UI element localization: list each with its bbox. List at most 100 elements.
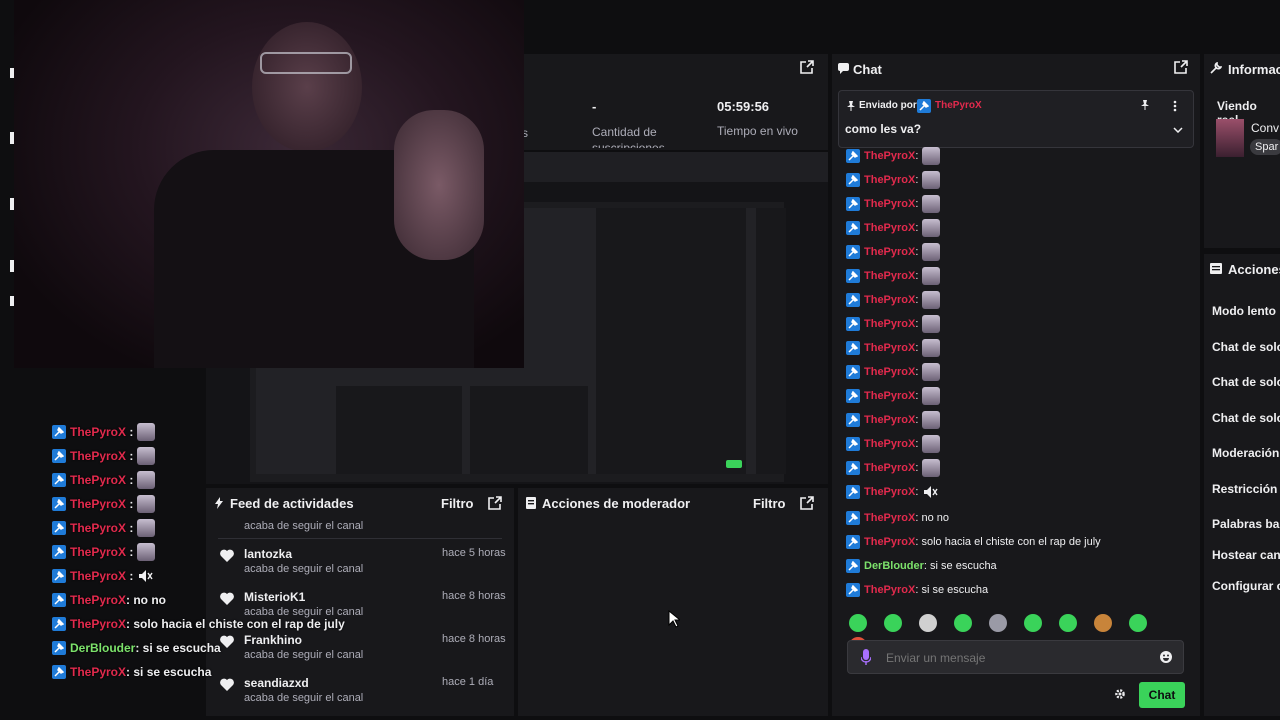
action-item[interactable]: Hostear cana bbox=[1212, 548, 1280, 562]
mic-icon[interactable] bbox=[861, 649, 871, 665]
left-edge-icon[interactable] bbox=[10, 68, 14, 78]
action-item[interactable]: Moderación bbox=[1212, 446, 1279, 460]
chevron-down-icon[interactable] bbox=[1173, 127, 1183, 133]
category-thumbnail[interactable] bbox=[1216, 119, 1244, 157]
emote-icon[interactable] bbox=[884, 614, 902, 632]
feed-item[interactable]: seandiazxd hace 1 día acaba de seguir el c… bbox=[218, 674, 508, 712]
feed-item[interactable]: lantozka hace 5 horas acaba de seguir el c… bbox=[218, 545, 508, 583]
mod-badge-icon bbox=[846, 365, 860, 379]
emote-image[interactable] bbox=[922, 243, 941, 261]
pin-icon bbox=[847, 101, 855, 111]
action-item[interactable]: Chat de solo bbox=[1212, 411, 1280, 425]
expand-icon[interactable] bbox=[800, 60, 814, 74]
feed-username[interactable]: Frankhino bbox=[244, 633, 302, 647]
action-item[interactable]: Modo lento bbox=[1212, 304, 1276, 318]
emote-bar[interactable] bbox=[849, 614, 1189, 655]
chat-input-box[interactable] bbox=[847, 640, 1184, 674]
expand-icon[interactable] bbox=[800, 496, 814, 510]
emote-image[interactable] bbox=[922, 147, 941, 165]
chat-username[interactable]: ThePyroX bbox=[864, 318, 915, 330]
chat-username[interactable]: ThePyroX bbox=[864, 342, 915, 354]
emote-image[interactable] bbox=[922, 339, 941, 357]
overlay-chat-message: ThePyroX : bbox=[52, 566, 153, 586]
emote-icon[interactable] bbox=[1094, 614, 1112, 632]
more-options-icon[interactable] bbox=[1173, 100, 1177, 112]
heart-icon bbox=[220, 635, 234, 648]
chat-username[interactable]: ThePyroX bbox=[864, 198, 915, 210]
feed-username[interactable]: MisterioK1 bbox=[244, 590, 305, 604]
chat-message-input[interactable] bbox=[886, 648, 1136, 668]
emote-image[interactable] bbox=[922, 387, 941, 405]
chat-send-button[interactable]: Chat bbox=[1139, 682, 1185, 708]
feed-username[interactable]: lantozka bbox=[244, 547, 292, 561]
chat-username[interactable]: ThePyroX bbox=[864, 536, 915, 548]
emote-image[interactable] bbox=[922, 315, 941, 333]
unpin-icon[interactable] bbox=[1141, 100, 1149, 110]
overlay-chat-message: ThePyroX: solo hacia el chiste con el ra… bbox=[52, 614, 345, 634]
emote-image[interactable] bbox=[922, 363, 941, 381]
pinned-message[interactable]: Enviado por ThePyroX como les va? bbox=[838, 90, 1194, 148]
emote-icon[interactable] bbox=[1024, 614, 1042, 632]
feed-time: hace 8 horas bbox=[442, 633, 506, 645]
feed-username[interactable]: seandiazxd bbox=[244, 676, 309, 690]
action-item[interactable]: Chat de solo bbox=[1212, 340, 1280, 354]
chat-username[interactable]: ThePyroX bbox=[864, 294, 915, 306]
chat-username[interactable]: DerBlouder bbox=[864, 560, 924, 572]
mod-badge-icon bbox=[52, 641, 66, 655]
action-item[interactable]: Palabras bar bbox=[1212, 517, 1280, 531]
overlay-colon: : bbox=[126, 449, 134, 463]
chat-username[interactable]: ThePyroX bbox=[864, 414, 915, 426]
emote-image[interactable] bbox=[922, 219, 941, 237]
emote-image[interactable] bbox=[922, 267, 941, 285]
chat-username[interactable]: ThePyroX bbox=[864, 462, 915, 474]
chat-username[interactable]: ThePyroX bbox=[864, 512, 915, 524]
left-edge-icon[interactable] bbox=[10, 198, 14, 210]
chat-username[interactable]: ThePyroX bbox=[864, 390, 915, 402]
emote-image[interactable] bbox=[922, 291, 941, 309]
emoji-smile-icon[interactable] bbox=[1160, 651, 1172, 663]
chat-username[interactable]: ThePyroX bbox=[864, 584, 915, 596]
overlay-text: : no no bbox=[126, 593, 166, 607]
mod-badge-icon bbox=[846, 197, 860, 211]
left-edge-icon[interactable] bbox=[10, 296, 14, 306]
chat-username[interactable]: ThePyroX bbox=[864, 222, 915, 234]
expand-icon[interactable] bbox=[488, 496, 502, 510]
mod-badge-icon bbox=[52, 617, 66, 631]
chat-username[interactable]: ThePyroX bbox=[864, 174, 915, 186]
gear-icon[interactable] bbox=[1114, 688, 1126, 700]
mod-filter-button[interactable]: Filtro bbox=[753, 496, 786, 511]
emote-image[interactable] bbox=[922, 435, 941, 453]
emote-image[interactable] bbox=[922, 171, 941, 189]
pinned-user[interactable]: ThePyroX bbox=[935, 100, 982, 111]
feed-filter-button[interactable]: Filtro bbox=[441, 496, 474, 511]
mod-badge-icon bbox=[846, 293, 860, 307]
chat-username[interactable]: ThePyroX bbox=[864, 150, 915, 162]
feed-item[interactable]: Frankhino hace 8 horas acaba de seguir el … bbox=[218, 631, 508, 669]
emote-icon[interactable] bbox=[954, 614, 972, 632]
emote-icon[interactable] bbox=[919, 614, 937, 632]
chat-username[interactable]: ThePyroX bbox=[864, 438, 915, 450]
chat-username[interactable]: ThePyroX bbox=[864, 270, 915, 282]
emote-image[interactable] bbox=[922, 411, 941, 429]
chat-username[interactable]: ThePyroX bbox=[864, 486, 915, 498]
action-item[interactable]: Configurar o bbox=[1212, 579, 1280, 593]
category-tag[interactable]: Spar bbox=[1250, 139, 1280, 155]
left-edge-icon[interactable] bbox=[10, 132, 14, 144]
left-edge-icon[interactable] bbox=[10, 260, 14, 272]
chat-username[interactable]: ThePyroX bbox=[864, 366, 915, 378]
action-item[interactable]: Chat de solo bbox=[1212, 375, 1280, 389]
overlay-chat-message: ThePyroX : bbox=[52, 494, 156, 514]
emote-image[interactable] bbox=[922, 459, 941, 477]
chat-colon: : bbox=[915, 318, 919, 330]
emote-icon[interactable] bbox=[849, 614, 867, 632]
emote-image[interactable] bbox=[922, 195, 941, 213]
expand-icon[interactable] bbox=[1174, 60, 1188, 74]
emote-icon[interactable] bbox=[1129, 614, 1147, 632]
mod-badge-icon bbox=[846, 269, 860, 283]
action-item[interactable]: Restricción c bbox=[1212, 482, 1280, 496]
chat-colon: : bbox=[915, 270, 919, 282]
emote-icon[interactable] bbox=[1059, 614, 1077, 632]
chat-colon: : bbox=[915, 294, 919, 306]
chat-username[interactable]: ThePyroX bbox=[864, 246, 915, 258]
emote-icon[interactable] bbox=[989, 614, 1007, 632]
